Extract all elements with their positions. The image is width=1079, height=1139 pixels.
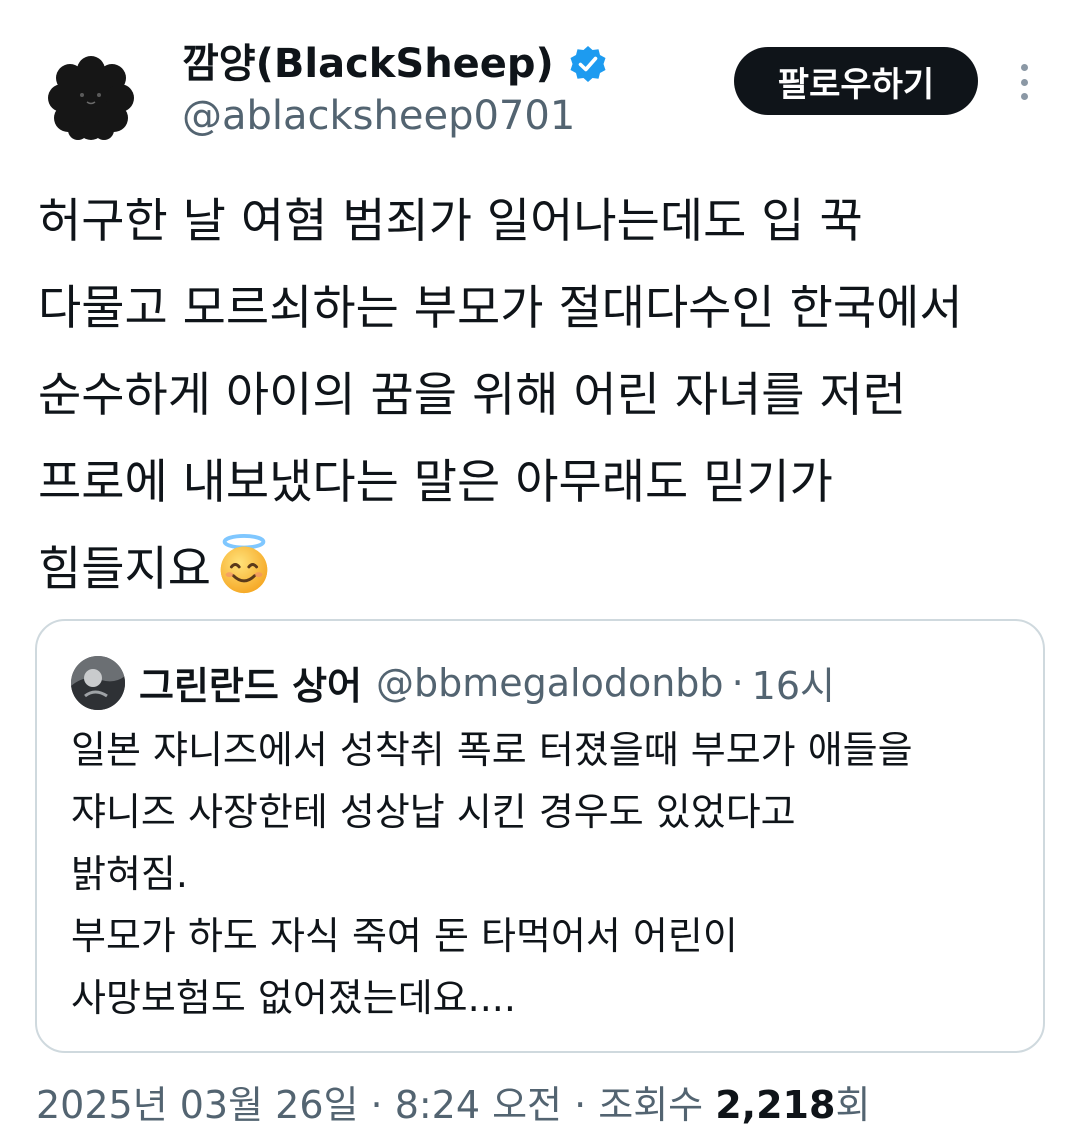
quoted-tweet-text-line: 쟈니즈 사장한테 성상납 시킨 경우도 있었다고	[71, 790, 796, 834]
quoted-tweet-card[interactable]: 그린란드 상어 @bbmegalodonbb · 16시 일본 쟈니즈에서 성착…	[35, 619, 1045, 1053]
smiling-face-with-halo-icon	[220, 533, 268, 594]
quoted-tweet-header: 그린란드 상어 @bbmegalodonbb · 16시	[71, 655, 835, 710]
quoted-tweet-text-line: 사망보험도 없어졌는데요....	[71, 976, 516, 1020]
tweet-timestamp[interactable]: 2025년 03월 26일 · 8:24 오전 · 조회수	[36, 1083, 715, 1127]
tweet-text-line: 다물고 모르쇠하는 부모가 절대다수인 한국에서	[38, 281, 963, 336]
quoted-tweet-text: 일본 쟈니즈에서 성착취 폭로 터졌을때 부모가 애들을 쟈니즈 사장한테 성상…	[71, 719, 1031, 1029]
quoted-author-handle[interactable]: @bbmegalodonbb	[376, 661, 724, 705]
follow-button[interactable]: 팔로우하기	[734, 47, 978, 115]
tweet-text-line: 프로에 내보냈다는 말은 아무래도 믿기가	[38, 455, 833, 510]
view-count-suffix: 회	[835, 1083, 871, 1127]
black-sheep-avatar-icon	[48, 56, 134, 140]
quoted-tweet-time[interactable]: 16시	[752, 655, 835, 710]
author-name-row[interactable]: 깜양(BlackSheep)	[182, 40, 608, 88]
verified-badge-icon	[570, 46, 606, 82]
tweet-text-line: 힘들지요	[38, 542, 211, 597]
tweet-text-line: 순수하게 아이의 꿈을 위해 어린 자녀를 저런	[38, 368, 906, 423]
author-avatar[interactable]	[46, 52, 136, 142]
separator-dot: ·	[731, 660, 744, 705]
author-handle[interactable]: @ablacksheep0701	[182, 92, 575, 140]
shark-avatar-icon	[71, 655, 125, 710]
tweet-text-line-last: 힘들지요	[38, 526, 1058, 613]
tweet-text-line: 허구한 날 여혐 범죄가 일어나는데도 입 꾹	[38, 194, 863, 249]
view-count: 2,218	[715, 1083, 836, 1127]
more-vertical-icon-dot	[1020, 64, 1028, 71]
more-vertical-icon-dot	[1020, 78, 1028, 86]
quoted-author-avatar[interactable]	[71, 655, 125, 710]
author-display-name[interactable]: 깜양(BlackSheep)	[182, 40, 554, 88]
tweet-meta: 2025년 03월 26일 · 8:24 오전 · 조회수 2,218회	[36, 1080, 870, 1130]
quoted-tweet-text-line: 부모가 하도 자식 죽여 돈 타먹어서 어린이	[71, 914, 738, 958]
more-vertical-icon-dot	[1020, 93, 1028, 100]
quoted-tweet-text-line: 밝혀짐.	[71, 852, 188, 896]
more-options-button[interactable]	[1008, 60, 1040, 104]
tweet-text: 허구한 날 여혐 범죄가 일어나는데도 입 꾹 다물고 모르쇠하는 부모가 절대…	[38, 178, 1058, 613]
quoted-tweet-text-line: 일본 쟈니즈에서 성착취 폭로 터졌을때 부모가 애들을	[71, 728, 913, 772]
quoted-author-name[interactable]: 그린란드 상어	[139, 655, 362, 710]
